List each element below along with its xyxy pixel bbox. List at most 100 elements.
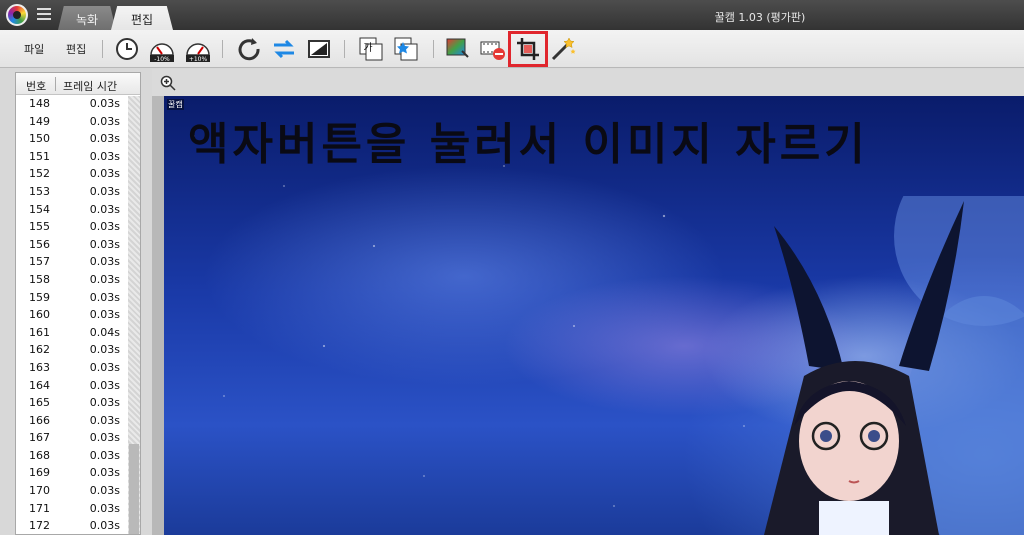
menu-file[interactable]: 파일 bbox=[24, 41, 44, 57]
table-row[interactable]: 170 0.03s bbox=[16, 482, 140, 500]
frame-time: 0.03s bbox=[89, 378, 120, 392]
table-row[interactable]: 148 0.03s bbox=[16, 95, 140, 113]
frame-number: 149 bbox=[29, 114, 50, 128]
frame-time: 0.03s bbox=[89, 132, 120, 146]
table-row[interactable]: 166 0.03s bbox=[16, 412, 140, 430]
frame-number: 165 bbox=[29, 396, 50, 410]
table-row[interactable]: 157 0.03s bbox=[16, 253, 140, 271]
color-adjust-icon[interactable] bbox=[444, 35, 472, 63]
menu-edit[interactable]: 편집 bbox=[66, 41, 86, 57]
frame-number: 152 bbox=[29, 167, 50, 181]
frame-table-header: 번호 프레임 시간 bbox=[16, 73, 140, 95]
frame-preview-image[interactable]: 꿀캠 액자버튼을 눌러서 이미지 자르기 bbox=[164, 96, 1024, 535]
app-watermark: 꿀캠 bbox=[167, 99, 184, 110]
frame-number: 148 bbox=[29, 97, 50, 110]
frame-number: 163 bbox=[29, 360, 50, 374]
tab-edit[interactable]: 편집 bbox=[111, 6, 173, 30]
frame-table: 번호 프레임 시간 148 0.03s 149 0.03s 150 0.03s 151 0.0… bbox=[15, 72, 141, 535]
frame-time: 0.03s bbox=[89, 202, 120, 216]
frame-time: 0.03s bbox=[89, 396, 120, 410]
table-row[interactable]: 165 0.03s bbox=[16, 394, 140, 412]
frame-number: 160 bbox=[29, 308, 50, 322]
table-row[interactable]: 160 0.03s bbox=[16, 306, 140, 324]
table-row[interactable]: 150 0.03s bbox=[16, 130, 140, 148]
table-row[interactable]: 162 0.03s bbox=[16, 341, 140, 359]
table-row[interactable]: 156 0.03s bbox=[16, 236, 140, 254]
frame-number: 167 bbox=[29, 431, 50, 445]
table-row[interactable]: 154 0.03s bbox=[16, 201, 140, 219]
column-header-number[interactable]: 번호 bbox=[26, 78, 46, 94]
frame-time: 0.03s bbox=[89, 272, 120, 286]
frame-number: 159 bbox=[29, 290, 50, 304]
table-row[interactable]: 149 0.03s bbox=[16, 113, 140, 131]
frame-time: 0.03s bbox=[89, 360, 120, 374]
speed-plus-10-icon[interactable]: +10% bbox=[184, 35, 212, 63]
frame-number: 172 bbox=[29, 519, 50, 533]
frame-number: 151 bbox=[29, 149, 50, 163]
table-row[interactable]: 171 0.03s bbox=[16, 500, 140, 518]
frame-number: 157 bbox=[29, 255, 50, 269]
frame-time: 0.03s bbox=[89, 413, 120, 427]
toolbar-divider bbox=[344, 40, 345, 58]
rotate-icon[interactable] bbox=[235, 35, 263, 63]
frame-effect-icon[interactable] bbox=[305, 35, 333, 63]
frame-number: 153 bbox=[29, 184, 50, 198]
frame-time: 0.03s bbox=[89, 255, 120, 269]
frame-list-scrollbar[interactable] bbox=[128, 96, 140, 534]
frame-time: 0.03s bbox=[89, 97, 120, 110]
scrollbar-thumb[interactable] bbox=[129, 444, 139, 534]
frame-time: 0.03s bbox=[89, 149, 120, 163]
frame-number: 170 bbox=[29, 484, 50, 498]
table-row[interactable]: 155 0.03s bbox=[16, 218, 140, 236]
frame-number: 169 bbox=[29, 466, 50, 480]
table-row[interactable]: 172 0.03s bbox=[16, 517, 140, 534]
crop-button-highlight bbox=[508, 31, 548, 67]
svg-text:-10%: -10% bbox=[154, 56, 170, 63]
frame-time: 0.03s bbox=[89, 184, 120, 198]
table-row[interactable]: 168 0.03s bbox=[16, 447, 140, 465]
magic-wand-icon[interactable] bbox=[549, 35, 577, 63]
frame-number: 166 bbox=[29, 413, 50, 427]
table-row[interactable]: 161 0.04s bbox=[16, 324, 140, 342]
table-row[interactable]: 159 0.03s bbox=[16, 289, 140, 307]
frame-number: 156 bbox=[29, 237, 50, 251]
table-row[interactable]: 169 0.03s bbox=[16, 464, 140, 482]
frame-number: 158 bbox=[29, 272, 50, 286]
frame-number: 161 bbox=[29, 325, 50, 339]
table-row[interactable]: 163 0.03s bbox=[16, 359, 140, 377]
frame-number: 162 bbox=[29, 343, 50, 357]
frame-number: 171 bbox=[29, 501, 50, 515]
speed-minus-10-icon[interactable]: -10% bbox=[148, 35, 176, 63]
app-logo-icon[interactable] bbox=[6, 4, 28, 26]
table-row[interactable]: 153 0.03s bbox=[16, 183, 140, 201]
hamburger-menu-icon[interactable] bbox=[37, 8, 51, 21]
tab-record[interactable]: 녹화 bbox=[58, 6, 116, 30]
swap-frames-icon[interactable] bbox=[270, 35, 298, 63]
table-row[interactable]: 151 0.03s bbox=[16, 148, 140, 166]
toolbar-divider bbox=[102, 40, 103, 58]
frame-number: 154 bbox=[29, 202, 50, 216]
image-insert-icon[interactable] bbox=[392, 35, 420, 63]
window-title: 꿀캠 1.03 (평가판) bbox=[714, 11, 806, 24]
delete-frame-icon[interactable] bbox=[479, 35, 507, 63]
table-row[interactable]: 152 0.03s bbox=[16, 165, 140, 183]
toolbar-divider bbox=[433, 40, 434, 58]
table-row[interactable]: 164 0.03s bbox=[16, 377, 140, 395]
caption-overlay-text: 액자버튼을 눌러서 이미지 자르기 bbox=[188, 119, 869, 170]
text-insert-icon[interactable]: 가 bbox=[357, 35, 385, 63]
column-header-frame-time[interactable]: 프레임 시간 bbox=[63, 78, 117, 94]
svg-text:+10%: +10% bbox=[189, 56, 208, 63]
clock-icon[interactable] bbox=[113, 35, 141, 63]
viewer-toolbar bbox=[152, 69, 1024, 96]
table-row[interactable]: 158 0.03s bbox=[16, 271, 140, 289]
frame-time: 0.03s bbox=[89, 501, 120, 515]
table-row[interactable]: 167 0.03s bbox=[16, 429, 140, 447]
svg-text:가: 가 bbox=[363, 42, 372, 54]
toolbar-divider bbox=[222, 40, 223, 58]
frame-number: 168 bbox=[29, 448, 50, 462]
frame-list-panel: 번호 프레임 시간 148 0.03s 149 0.03s 150 0.03s 151 0.0… bbox=[0, 69, 150, 535]
frame-time: 0.03s bbox=[89, 220, 120, 234]
frame-table-body: 148 0.03s 149 0.03s 150 0.03s 151 0.03s 152 0.03s… bbox=[16, 95, 140, 534]
frame-time: 0.03s bbox=[89, 308, 120, 322]
zoom-in-icon[interactable] bbox=[160, 75, 176, 91]
